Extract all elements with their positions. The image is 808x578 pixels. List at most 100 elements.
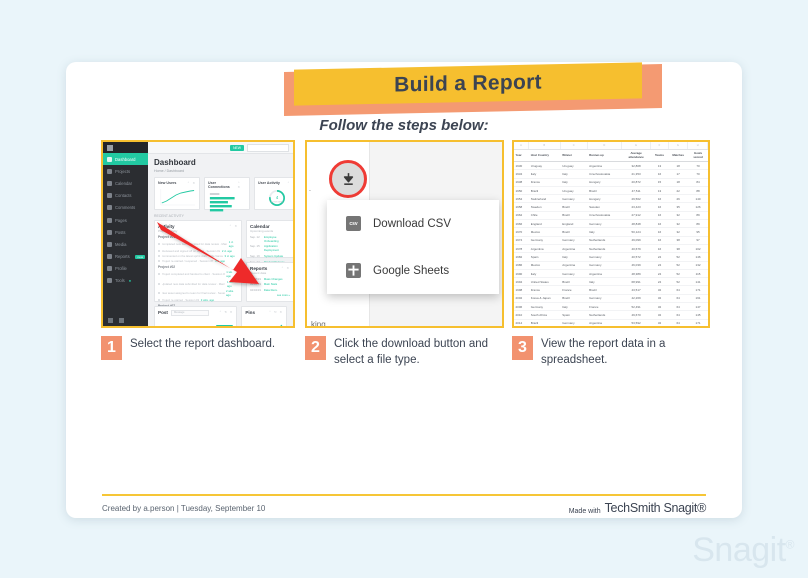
column-letter[interactable]: E xyxy=(622,142,652,149)
activity-tools-icon[interactable]: ⌃ ✕ xyxy=(229,224,238,228)
kpi-tools-icon[interactable]: ⌃ ✕ xyxy=(187,181,196,185)
table-cell: 52,491 xyxy=(631,304,641,309)
reports-tools-icon[interactable]: ⌃ ✕ xyxy=(281,266,290,270)
table-cell: Germany xyxy=(530,238,544,243)
table-cell: Brazil xyxy=(562,279,570,284)
activity-link[interactable]: 1 wk. ago xyxy=(227,280,238,288)
table-cell: 24 xyxy=(657,271,662,276)
kpi-tools-icon[interactable]: ⌃ ✕ xyxy=(287,181,293,185)
calendar-panel: Calendar Upcoming events Sep. 12 Employee… xyxy=(246,219,293,264)
sidebar-item-label: Tools xyxy=(115,278,125,284)
activity-row: New asset assigned to team for final rev… xyxy=(158,289,238,297)
table-cell: 1934 xyxy=(515,171,523,176)
sidebar-item-pages[interactable]: Pages xyxy=(103,214,148,226)
step-1-screenshot[interactable]: Dashboard Projects Calendar Contacts Comment… xyxy=(101,140,295,328)
sidebar-item-tools[interactable]: Tools ● xyxy=(103,275,148,287)
table-cell: Brazil xyxy=(562,296,570,301)
activity-row: Project re-started · Session #1 3 wks. ag… xyxy=(158,298,238,302)
posts-icon xyxy=(107,229,112,235)
column-letter[interactable]: G xyxy=(669,142,689,149)
table-cell: 42,269 xyxy=(631,296,641,301)
column-letter[interactable]: H xyxy=(688,142,708,149)
help-icon[interactable] xyxy=(119,318,124,323)
kpi-chart-bar xyxy=(208,191,246,213)
calendar-event-list: Sep. 12 Employee Onboarding Sep. 15 Applica… xyxy=(250,235,290,264)
table-cell: 1994 xyxy=(515,279,523,284)
report-name[interactable]: Data Recs. xyxy=(264,288,278,292)
activity-panel: Activity Project activity ⌃ ✕ Project #0… xyxy=(154,219,242,326)
search-input[interactable] xyxy=(247,143,289,152)
kpi-tools-icon[interactable]: ⌃ ✕ xyxy=(238,181,247,189)
sidebar-item-posts[interactable]: Posts xyxy=(103,226,148,238)
table-cell: 38 xyxy=(676,238,680,243)
calendar-event-name[interactable]: Employee Onboarding xyxy=(264,235,290,243)
table-cell: 46,039 xyxy=(631,263,641,268)
calendar-event-name[interactable]: System Update xyxy=(264,254,283,258)
column-letter[interactable]: A xyxy=(514,142,529,149)
table-cell: Germany xyxy=(589,296,602,301)
table-cell: 140 xyxy=(695,196,701,201)
table-cell: 132 xyxy=(695,263,701,268)
table-cell: Sweden xyxy=(589,205,600,210)
reports-see-more-link[interactable]: see more » xyxy=(250,294,290,297)
post-button[interactable]: POST xyxy=(215,324,234,326)
activity-link[interactable]: 1 wk. ago xyxy=(226,270,238,278)
pins-tools-icon[interactable]: ⌃ ↻ ✕ xyxy=(269,310,283,314)
sidebar-item-label: Media xyxy=(115,241,127,247)
table-cell: 43,517 xyxy=(631,288,641,293)
pins-panel: Pins ⌃ ↻ ✕ xyxy=(241,305,287,326)
activity-link[interactable]: 4 d. ago xyxy=(215,259,225,263)
table-row: 1930 Uruguay Uruguay Argentina 32,808 13 18 70 xyxy=(514,162,708,171)
column-letter[interactable]: B xyxy=(529,142,561,149)
sidebar-item-projects[interactable]: Projects xyxy=(103,165,148,177)
table-row: 1986 Mexico Argentina Germany 46,039 24 52 132 xyxy=(514,262,708,270)
activity-text: Commented on the latest sprint draft · E… xyxy=(161,254,224,259)
sidebar-item-reports[interactable]: Reports new xyxy=(103,251,148,263)
column-letter[interactable]: C xyxy=(561,142,588,149)
menu-item-google-sheets[interactable]: Google Sheets xyxy=(327,247,499,294)
kpi-chart-donut: 4 ACTIVE USERS xyxy=(258,187,293,209)
table-cell: Brazil xyxy=(562,213,570,218)
sidebar-item-media[interactable]: Media xyxy=(103,238,148,250)
background-text-bottom: king xyxy=(311,320,326,328)
sidebar-item-dashboard[interactable]: Dashboard xyxy=(103,153,148,166)
report-name[interactable]: Mass Changes xyxy=(264,277,283,281)
activity-link[interactable]: 1 d. ago xyxy=(229,240,238,248)
column-letter[interactable]: D xyxy=(588,142,622,149)
post-tools-icon[interactable]: ⌃ ↻ ✕ xyxy=(219,310,233,314)
footer-brand: Made with TechSmith Snagit® xyxy=(569,501,707,515)
sidebar-item-comments[interactable]: Comments xyxy=(103,202,148,214)
svg-text:4: 4 xyxy=(276,195,279,200)
menu-item-download-csv[interactable]: csv Download CSV xyxy=(327,200,499,247)
report-date: 09/08/19 xyxy=(250,276,261,281)
watermark-text: Snagit xyxy=(692,531,786,569)
table-cell: 16 xyxy=(657,205,662,210)
sidebar-item-profile[interactable]: Profile xyxy=(103,263,148,275)
calendar-event-name[interactable]: Application Deployment xyxy=(264,244,290,252)
table-cell: 64 xyxy=(676,296,680,301)
sidebar-menu: Dashboard Projects Calendar Contacts Comment… xyxy=(103,153,148,287)
table-cell: 32 xyxy=(676,221,680,226)
calendar-event-date: Sep. 12 xyxy=(250,234,260,239)
column-letter[interactable]: F xyxy=(651,142,669,149)
page-subtitle: Follow the steps below: xyxy=(319,117,489,134)
reports-panel[interactable]: Reports Recent data ⌃ ✕ 09/08/19 Mass Cha… xyxy=(246,261,293,302)
post-message-input[interactable]: Message xyxy=(170,309,209,316)
activity-link[interactable]: 3 wks. ago xyxy=(201,298,214,302)
report-name[interactable]: Main Stats xyxy=(264,282,277,286)
table-cell: Brazil xyxy=(530,188,539,193)
table-cell: 18 xyxy=(676,180,680,185)
settings-icon[interactable] xyxy=(108,318,113,323)
activity-link[interactable]: 2 wks. ago xyxy=(226,289,238,297)
table-cell: Germany xyxy=(589,263,602,268)
activity-link[interactable]: 2 d. ago xyxy=(222,249,232,253)
sidebar-item-label: Profile xyxy=(115,266,127,272)
table-cell: 21,353 xyxy=(631,171,641,176)
step-3-screenshot[interactable]: ABCDEFGH Year Host Country Winner Runner-up… xyxy=(512,140,710,328)
step-2-screenshot[interactable]: . king csv Download CSV Google Sheets xyxy=(305,140,504,328)
activity-link[interactable]: 3 d. ago xyxy=(225,254,235,258)
sidebar-item-contacts[interactable]: Contacts xyxy=(103,190,148,202)
table-cell: 161 xyxy=(695,296,701,301)
sidebar-item-calendar[interactable]: Calendar xyxy=(103,177,148,189)
download-button[interactable] xyxy=(329,160,367,198)
